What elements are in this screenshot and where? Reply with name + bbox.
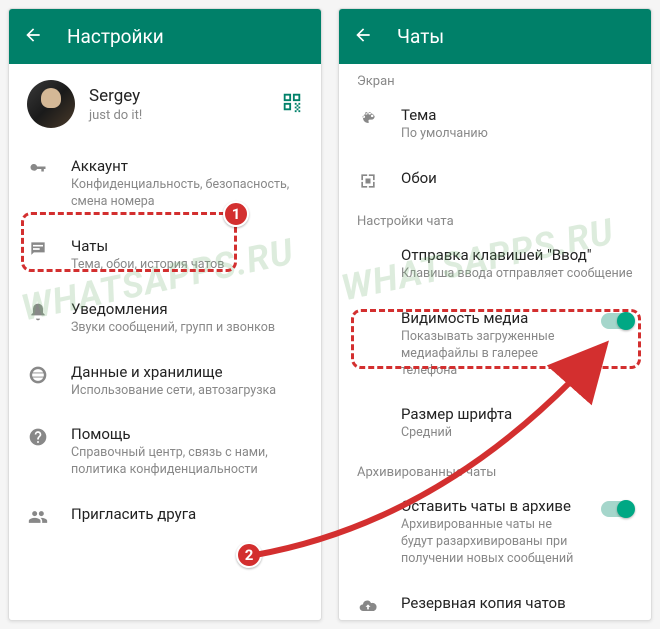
chats-content: WHATSAPPS.RU Экран Тема По умолчанию Обо… (339, 64, 651, 620)
chats-item-font-size[interactable]: Размер шрифта Средний (339, 392, 651, 455)
app-header: Чаты (339, 9, 651, 64)
help-icon (27, 427, 49, 447)
keep-archived-toggle[interactable] (601, 501, 633, 517)
chats-item-theme[interactable]: Тема По умолчанию (339, 93, 651, 156)
item-sub: Использование сети, автозагрузка (71, 383, 303, 400)
item-title: Помощь (71, 425, 303, 443)
settings-item-notifications[interactable]: Уведомления Звуки сообщений, групп и зво… (9, 287, 321, 350)
item-title: Данные и хранилище (71, 363, 303, 381)
back-icon[interactable] (23, 25, 43, 48)
chats-item-enter-send[interactable]: Отправка клавишей "Ввод" Клавиша ввода о… (339, 233, 651, 296)
item-sub: Тема, обои, история чатов (71, 257, 303, 274)
item-title: Размер шрифта (401, 405, 633, 423)
item-title: Уведомления (71, 300, 303, 318)
cloud-icon (357, 596, 379, 616)
profile-row[interactable]: Sergey just do it! (9, 64, 321, 144)
item-title: Оставить чаты в архиве (401, 497, 579, 515)
profile-status: just do it! (89, 108, 267, 123)
chats-item-wallpaper[interactable]: Обои (339, 156, 651, 204)
settings-item-account[interactable]: Аккаунт Конфиденциальность, безопасность… (9, 144, 321, 224)
settings-item-chats[interactable]: Чаты Тема, обои, история чатов (9, 224, 321, 287)
section-arch: Архивированные чаты (339, 455, 651, 484)
item-sub: Звуки сообщений, групп и звонков (71, 320, 303, 337)
item-title: Аккаунт (71, 157, 303, 175)
profile-name: Sergey (89, 86, 267, 106)
media-visibility-toggle[interactable] (601, 313, 633, 329)
item-sub: Справочный центр, связь с нами, политика… (71, 445, 303, 479)
chats-item-keep-archived[interactable]: Оставить чаты в архиве Архивированные ча… (339, 484, 651, 581)
item-sub: Архивированные чаты не будут разархивиро… (401, 517, 579, 568)
item-sub: По умолчанию (401, 126, 633, 143)
settings-item-help[interactable]: Помощь Справочный центр, связь с нами, п… (9, 412, 321, 492)
key-icon (27, 159, 49, 179)
item-title: Тема (401, 106, 633, 124)
item-sub: Конфиденциальность, безопасность, смена … (71, 177, 303, 211)
wallpaper-icon (357, 171, 379, 191)
bell-icon (27, 302, 49, 322)
chats-item-backup[interactable]: Резервная копия чатов (339, 581, 651, 620)
item-title: Отправка клавишей "Ввод" (401, 246, 633, 264)
item-title: Резервная копия чатов (401, 594, 633, 612)
badge-2: 2 (236, 542, 262, 568)
item-sub: Средний (401, 425, 633, 442)
theme-icon (357, 108, 379, 128)
item-title: Обои (401, 169, 633, 187)
item-title: Видимость медиа (401, 309, 579, 327)
item-sub: Показывать загруженные медиафайлы в гале… (401, 329, 579, 380)
chats-item-media-visibility[interactable]: Видимость медиа Показывать загруженные м… (339, 296, 651, 393)
qr-icon[interactable] (281, 91, 303, 118)
section-screen: Экран (339, 64, 651, 93)
avatar (27, 80, 75, 128)
settings-screen: Настройки WHATSAPPS.RU Sergey just do it… (8, 8, 322, 621)
settings-content: WHATSAPPS.RU Sergey just do it! Аккаунт … (9, 64, 321, 620)
invite-icon (27, 507, 49, 527)
badge-1: 1 (223, 201, 249, 227)
data-icon (27, 365, 49, 385)
chats-settings-screen: Чаты WHATSAPPS.RU Экран Тема По умолчани… (338, 8, 652, 621)
back-icon[interactable] (353, 25, 373, 48)
item-title: Чаты (71, 237, 303, 255)
app-header: Настройки (9, 9, 321, 64)
settings-item-data[interactable]: Данные и хранилище Использование сети, а… (9, 350, 321, 413)
item-sub: Клавиша ввода отправляет сообщение (401, 266, 633, 283)
header-title: Настройки (67, 25, 164, 48)
section-chat: Настройки чата (339, 204, 651, 233)
chat-icon (27, 239, 49, 259)
header-title: Чаты (397, 25, 444, 48)
item-title: Пригласить друга (71, 505, 303, 523)
settings-item-invite[interactable]: Пригласить друга (9, 492, 321, 540)
